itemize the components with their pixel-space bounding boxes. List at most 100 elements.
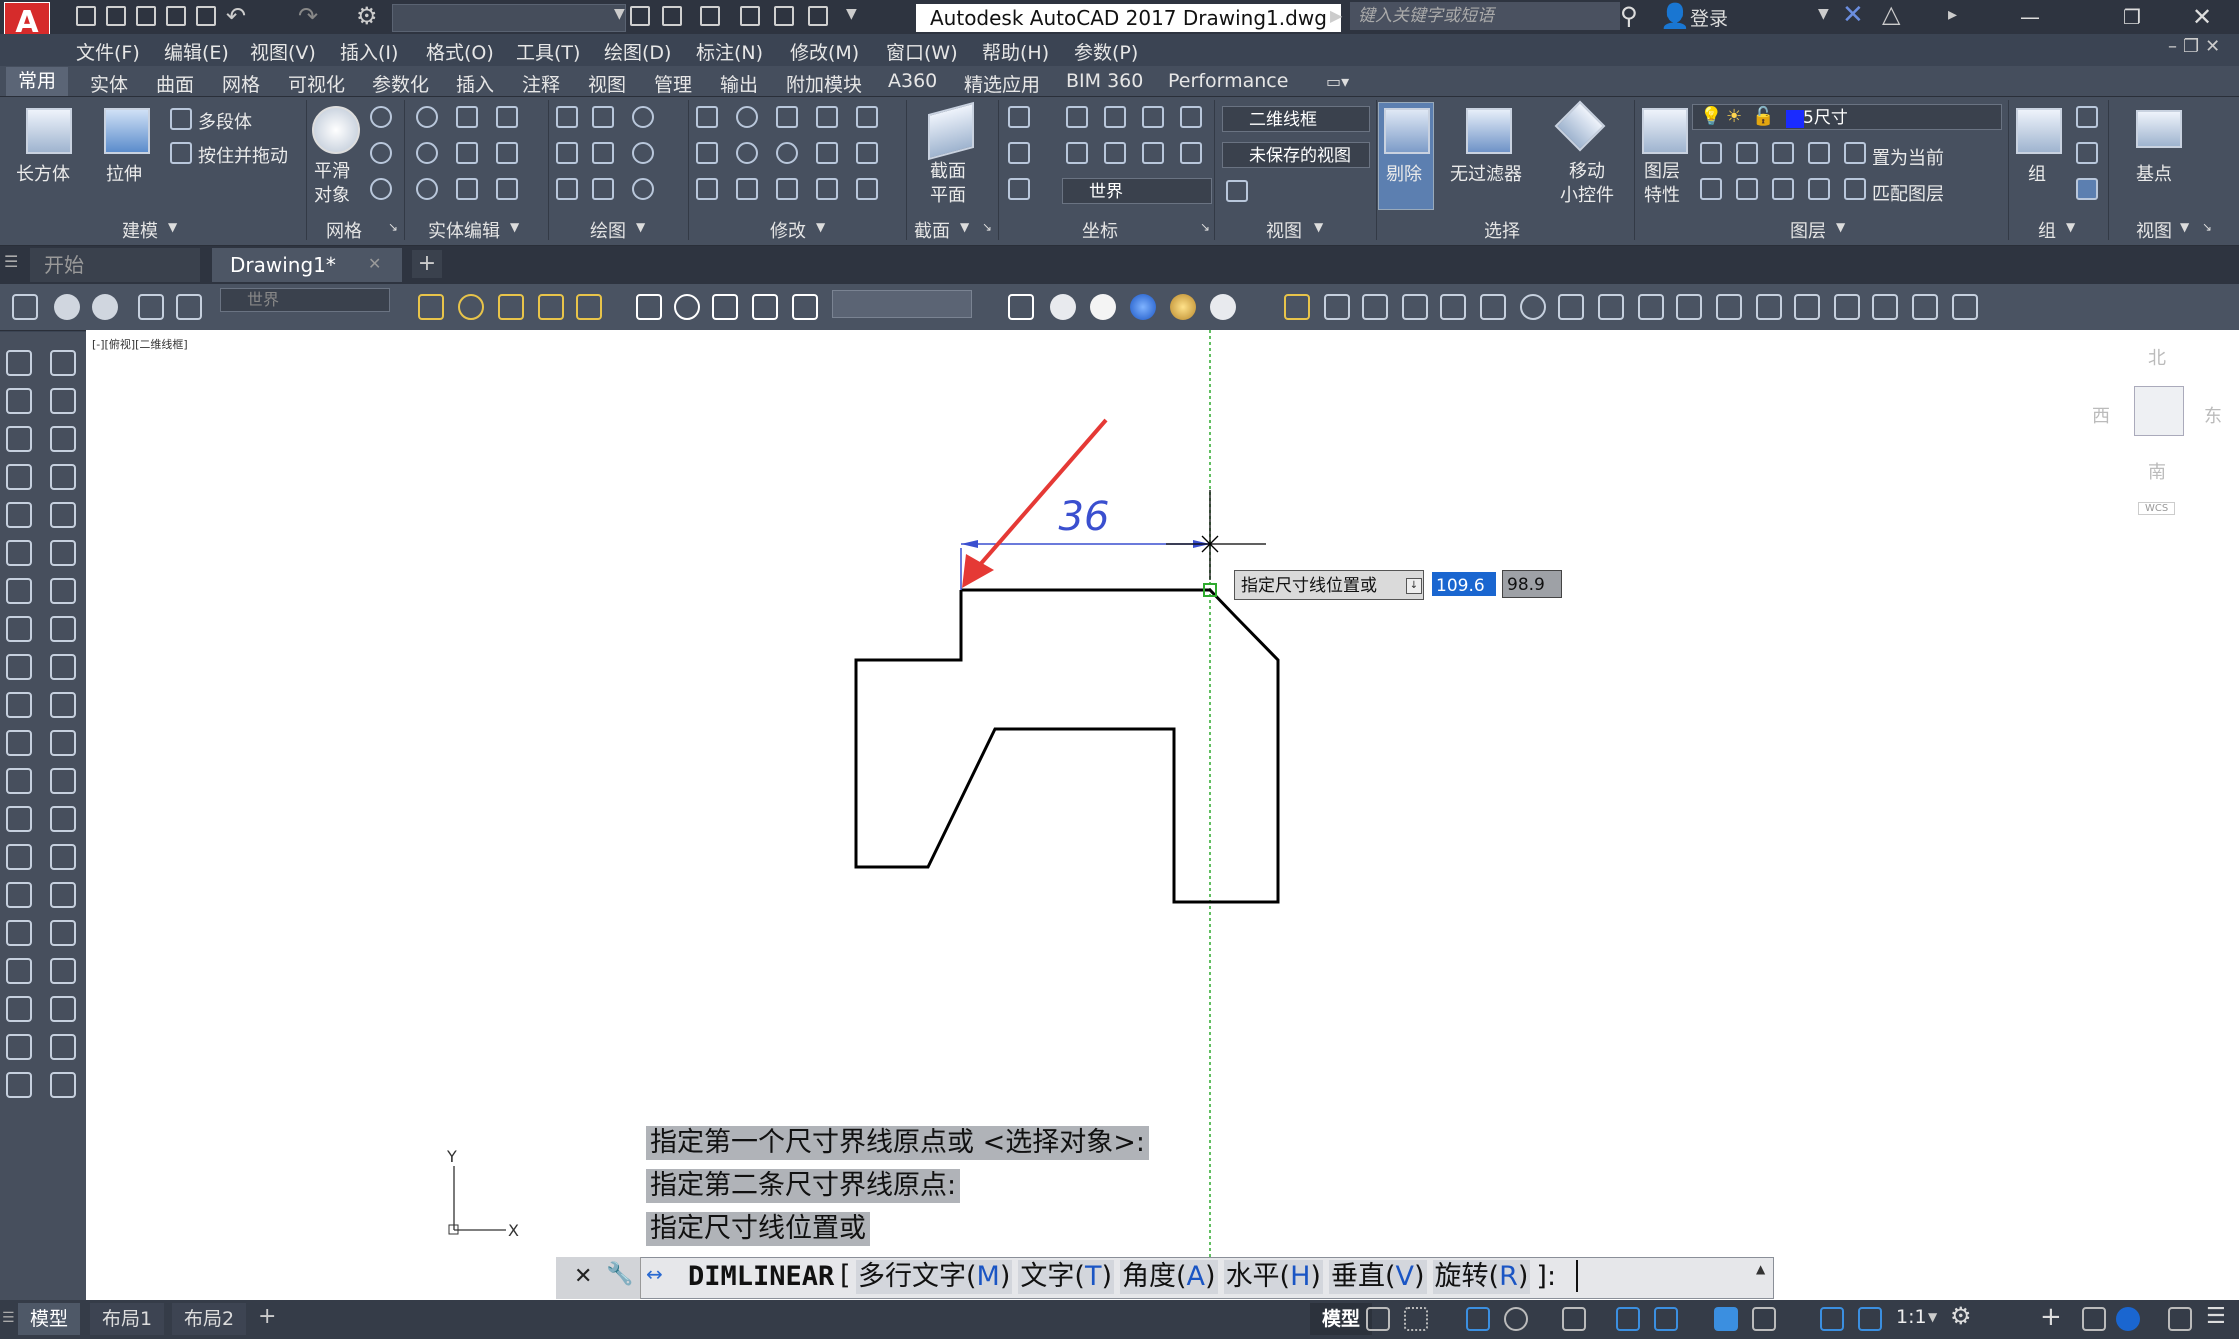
left-tool-block-icon[interactable] <box>6 806 32 832</box>
tab-insert[interactable]: 插入 <box>456 70 494 97</box>
extract-edges-icon[interactable] <box>456 106 478 128</box>
chevron-down-icon[interactable]: ▼ <box>1314 220 1323 234</box>
left-tool-polygon-icon[interactable] <box>6 540 32 566</box>
realistic-sphere-icon[interactable] <box>1130 294 1156 320</box>
polysolid-label[interactable]: 多段体 <box>198 108 252 134</box>
chevron-down-icon[interactable]: ▼ <box>2180 220 2189 234</box>
3d-move-icon[interactable] <box>736 106 758 128</box>
left-tool-divide-icon[interactable] <box>50 844 76 870</box>
chevron-down-icon[interactable]: ▼ <box>636 220 645 234</box>
wcs-menu[interactable]: WCS <box>2138 502 2176 515</box>
3d-rotate-icon[interactable] <box>736 142 758 164</box>
tab-visualize[interactable]: 可视化 <box>288 70 345 97</box>
save-as-icon[interactable] <box>166 6 186 26</box>
layer-lock-icon[interactable] <box>1808 142 1830 164</box>
auto-scale-icon[interactable] <box>1858 1307 1882 1331</box>
left-tool-erase-icon[interactable] <box>50 768 76 794</box>
ucs-icon[interactable] <box>1008 106 1030 128</box>
viewcube-north[interactable]: 北 <box>2148 344 2166 370</box>
zoom-previous-icon[interactable] <box>752 294 778 320</box>
menu-tools[interactable]: 工具(T) <box>516 38 580 65</box>
lock-icon[interactable]: 🔓 <box>1752 106 1774 127</box>
left-tool-chamfer-icon[interactable] <box>6 1034 32 1060</box>
line-icon[interactable] <box>592 142 614 164</box>
left-tool-fillet-icon[interactable] <box>6 1072 32 1098</box>
ucs-3point-icon[interactable] <box>1142 142 1164 164</box>
left-tool-revcloud-icon[interactable] <box>50 958 76 984</box>
left-tool-arc-icon[interactable] <box>6 426 32 452</box>
panel-title-layers[interactable]: 图层 <box>1790 217 1826 243</box>
tab-home[interactable]: 常用 <box>6 67 68 96</box>
layer-off-icon[interactable] <box>1700 142 1722 164</box>
panel-title-modeling[interactable]: 建模 <box>122 217 158 243</box>
workspace-dropdown[interactable] <box>392 4 626 32</box>
layer-color-swatch[interactable] <box>1786 110 1804 128</box>
left-tool-dimension-icon[interactable] <box>6 882 32 908</box>
array-2-icon[interactable] <box>1440 294 1466 320</box>
left-tool-ellipse-icon[interactable] <box>6 578 32 604</box>
union-icon[interactable] <box>416 106 438 128</box>
tab-surface[interactable]: 曲面 <box>156 70 194 97</box>
region-icon[interactable] <box>592 178 614 200</box>
join-icon[interactable] <box>1794 294 1820 320</box>
add-icon[interactable]: + <box>2040 1302 2062 1332</box>
menu-edit[interactable]: 编辑(E) <box>164 38 229 65</box>
walk-icon[interactable] <box>792 294 818 320</box>
visual-style-dropdown[interactable]: 二维线框 <box>1222 106 1370 132</box>
panel-launcher-icon[interactable]: ↘ <box>2202 220 2212 234</box>
left-tool-line-icon[interactable] <box>6 350 32 376</box>
ucs-y-icon[interactable] <box>1104 106 1126 128</box>
tab-annotate[interactable]: 注释 <box>522 70 560 97</box>
panel-title-draw[interactable]: 绘图 <box>590 217 626 243</box>
erase-2-icon[interactable] <box>1284 294 1310 320</box>
extrude-faces-icon[interactable] <box>496 106 518 128</box>
panel-title-section[interactable]: 截面 <box>914 217 950 243</box>
ungroup-icon[interactable] <box>2076 106 2098 128</box>
minimize-button[interactable]: — <box>2000 0 2060 34</box>
stretch-icon[interactable] <box>1598 294 1624 320</box>
left-tool-rotate-icon[interactable] <box>50 502 76 528</box>
free-orbit-icon[interactable] <box>92 294 118 320</box>
panel-launcher-icon[interactable]: ↘ <box>1200 220 1210 234</box>
close-tab-icon[interactable]: ✕ <box>368 254 381 273</box>
help-search-input[interactable]: 键入关键字或短语 <box>1350 2 1620 30</box>
menu-help[interactable]: 帮助(H) <box>982 38 1049 65</box>
left-tool-extend-icon[interactable] <box>50 654 76 680</box>
panel-title-group[interactable]: 组 <box>2038 217 2056 243</box>
left-tool-polyline-icon[interactable] <box>6 388 32 414</box>
trim-icon[interactable] <box>696 106 718 128</box>
move-2-icon[interactable] <box>1480 294 1506 320</box>
menu-insert[interactable]: 插入(I) <box>340 38 398 65</box>
presspull-label[interactable]: 按住并拖动 <box>198 142 288 168</box>
extend-icon[interactable] <box>1676 294 1702 320</box>
panel-launcher-icon[interactable]: ↘ <box>982 220 992 234</box>
tab-manage[interactable]: 管理 <box>654 70 692 97</box>
arc-icon[interactable] <box>632 106 654 128</box>
polygon-icon[interactable] <box>556 178 578 200</box>
thicken-icon[interactable] <box>456 178 478 200</box>
offset-icon[interactable] <box>816 142 838 164</box>
left-tool-join-icon[interactable] <box>6 996 32 1022</box>
ucs-named-2-icon[interactable] <box>176 294 202 320</box>
toolbar-dropdown[interactable] <box>832 290 972 318</box>
binoculars-icon[interactable]: ⚲ <box>1620 2 1638 30</box>
new-layout-button[interactable]: + <box>258 1304 276 1329</box>
undo-icon[interactable]: ↶ <box>226 2 246 30</box>
pan-icon[interactable] <box>636 294 662 320</box>
ucs-view-icon[interactable] <box>1180 106 1202 128</box>
tab-solid[interactable]: 实体 <box>90 70 128 97</box>
break-icon[interactable] <box>856 106 878 128</box>
object-snap-icon[interactable] <box>1654 1307 1678 1331</box>
option-horizontal[interactable]: 水平(H) <box>1223 1260 1323 1294</box>
viewcube-west[interactable]: 西 <box>2092 402 2110 428</box>
tab-performance[interactable]: Performance <box>1168 70 1288 92</box>
plot-icon[interactable] <box>630 6 650 26</box>
mesh-smooth-less-icon[interactable] <box>370 142 392 164</box>
left-tool-measure-icon[interactable] <box>50 806 76 832</box>
viewport-config-icon[interactable] <box>1226 180 1248 202</box>
layer-icon[interactable] <box>774 6 794 26</box>
match-layer-label[interactable]: 匹配图层 <box>1872 180 1944 206</box>
lightbulb-icon[interactable]: 💡 <box>1700 106 1722 127</box>
explode-icon[interactable] <box>1952 294 1978 320</box>
menu-parametric[interactable]: 参数(P) <box>1074 38 1138 65</box>
